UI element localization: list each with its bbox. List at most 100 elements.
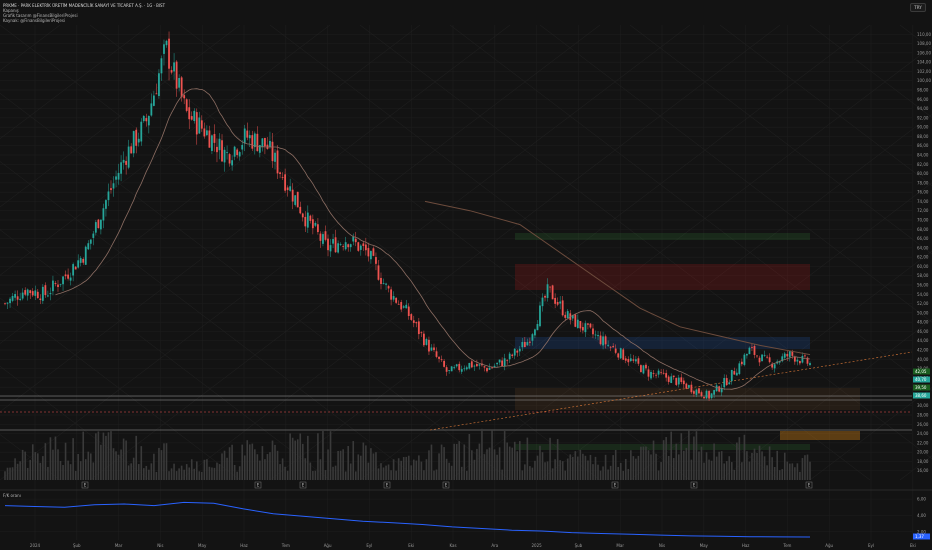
candle-body: [690, 384, 693, 393]
candle-body: [105, 200, 107, 209]
volume-bar: [604, 454, 607, 480]
volume-bar: [587, 460, 589, 480]
volume-bar: [418, 455, 420, 480]
candle-body: [79, 258, 82, 263]
candle-body: [74, 266, 77, 270]
candle-body: [221, 140, 223, 162]
price-chart[interactable]: 110,00 108,00 106,00 104,00 102,00 100,00 98,0…: [0, 0, 932, 550]
candle-body: [57, 284, 59, 288]
candle-body: [188, 107, 191, 120]
candle-body: [175, 61, 178, 89]
volume-bar: [279, 464, 281, 480]
volume-bar: [390, 470, 392, 480]
candle-body: [208, 130, 211, 148]
volume-bar: [29, 459, 32, 480]
candle-body: [339, 244, 342, 245]
volume-bar: [339, 450, 342, 480]
candle-body: [150, 103, 153, 116]
fan-line: [0, 24, 151, 140]
volume-bar: [539, 445, 541, 480]
volume-bar: [344, 471, 347, 480]
volume-bar: [410, 465, 413, 480]
volume-bar: [574, 451, 577, 480]
candle-body: [501, 360, 504, 367]
volume-bar: [259, 460, 261, 480]
candle-body: [415, 322, 418, 324]
candle-body: [309, 215, 312, 221]
candle-body: [544, 295, 546, 298]
zone-orange: [780, 431, 860, 440]
volume-bar: [407, 455, 410, 480]
candle-body: [400, 302, 403, 310]
volume-bar: [518, 441, 521, 480]
candle-body: [417, 321, 420, 335]
candle-body: [581, 327, 584, 331]
volume-bar: [102, 432, 105, 480]
candle-body: [322, 234, 324, 244]
volume-bar: [105, 435, 107, 480]
candle-body: [137, 138, 140, 143]
y-tick-label: 48,00: [917, 320, 929, 325]
candle-body: [54, 283, 57, 285]
volume-bar: [796, 463, 799, 480]
volume-bar: [554, 459, 556, 480]
volume-bar: [698, 451, 700, 480]
volume-bar: [95, 433, 97, 480]
candle-body: [587, 323, 589, 325]
candle-body: [491, 367, 493, 369]
candle-body: [735, 372, 738, 376]
volume-bar: [385, 465, 387, 480]
volume-bar: [473, 459, 476, 480]
candle-body: [783, 353, 786, 358]
candle-body: [672, 375, 675, 378]
candle-body: [660, 372, 663, 374]
volume-bar: [804, 455, 806, 480]
volume-bar: [142, 468, 145, 480]
candle-body: [440, 359, 443, 361]
volume-bar: [183, 469, 185, 480]
volume-bar: [64, 442, 67, 480]
price-tag: 42,05: [915, 369, 927, 374]
volume-bar: [309, 462, 312, 480]
volume-bar: [145, 465, 148, 480]
y-tick-label: 46,00: [917, 329, 929, 334]
candle-body: [738, 363, 741, 374]
candle-body: [740, 361, 743, 365]
volume-bar: [794, 467, 796, 480]
candle-body: [364, 244, 367, 251]
y-tick-label: 110,00: [917, 32, 931, 37]
volume-bar: [271, 440, 274, 480]
volume-bar: [551, 468, 554, 480]
candle-body: [713, 390, 716, 395]
volume-bar: [476, 448, 478, 480]
y-tick-label: 28,00: [917, 413, 929, 418]
volume-bar: [463, 444, 466, 480]
volume-bar: [362, 442, 365, 480]
candle-body: [768, 357, 771, 363]
candle-body: [486, 368, 488, 372]
candle-body: [708, 391, 710, 399]
volume-bar: [466, 470, 468, 480]
volume-bar: [24, 451, 26, 480]
y-tick-label: 66,00: [917, 236, 929, 241]
volume-bar: [158, 447, 160, 480]
price-tag: 38,60: [915, 393, 927, 398]
candle-body: [324, 231, 327, 240]
volume-bar: [206, 459, 208, 480]
volume-bar: [614, 449, 617, 480]
volume-bar: [377, 468, 380, 480]
candle-body: [809, 363, 811, 366]
volume-bar: [700, 446, 703, 480]
x-tick-label: May: [700, 543, 709, 548]
candle-body: [152, 95, 155, 106]
x-tick-label: Kas: [449, 543, 456, 548]
volume-bar: [307, 435, 309, 480]
candle-body: [556, 302, 559, 305]
candle-body: [498, 359, 501, 363]
volume-bar: [501, 469, 503, 480]
candle-body: [256, 133, 259, 152]
x-tick-label: Ağu: [825, 543, 833, 548]
x-tick-label: Ara: [491, 543, 498, 548]
candle-body: [433, 347, 435, 351]
volume-bar: [413, 459, 415, 480]
